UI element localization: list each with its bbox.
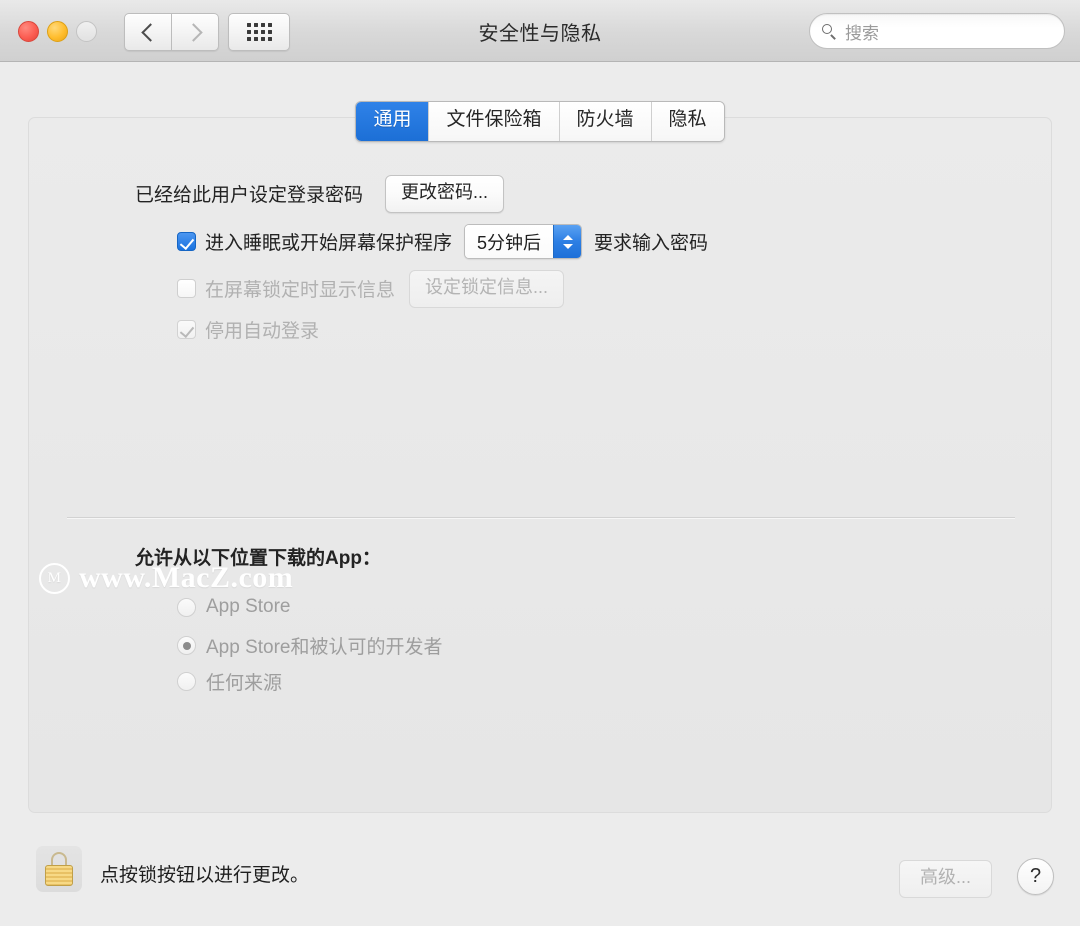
disable-auto-login-row: 停用自动登录 [177, 316, 319, 343]
checkmark-icon [179, 322, 195, 338]
stepper-up-icon [562, 234, 573, 240]
tab-filevault[interactable]: 文件保险箱 [428, 102, 559, 141]
require-password-prefix-label: 进入睡眠或开始屏幕保护程序 [205, 233, 453, 254]
radio-selected-dot-icon [182, 641, 191, 650]
show-lock-message-label: 在屏幕锁定时显示信息 [205, 280, 396, 302]
lock-button[interactable] [36, 846, 82, 892]
macz-logo-icon: M [39, 562, 70, 594]
show-lock-message-row: 在屏幕锁定时显示信息 设定锁定信息... [177, 270, 565, 308]
radio-app-store-identified[interactable] [177, 636, 196, 655]
lock-message: 点按锁按钮以进行更改。 [100, 865, 310, 886]
delay-stepper[interactable] [553, 225, 582, 258]
tab-privacy[interactable]: 隐私 [650, 102, 724, 141]
radio-anywhere-label: 任何来源 [206, 673, 283, 694]
disable-auto-login-checkbox [177, 320, 196, 339]
system-preferences-window: 安全性与隐私 搜索 通用 文件保险箱 防火墙 隐私 已经给此用户设定登录密码 更… [0, 0, 1080, 926]
tab-firewall[interactable]: 防火墙 [558, 102, 651, 141]
search-input[interactable]: 搜索 [809, 13, 1065, 49]
stepper-down-icon [562, 243, 573, 249]
login-password-status: 已经给此用户设定登录密码 [135, 185, 364, 207]
radio-anywhere[interactable] [177, 672, 196, 691]
tab-general[interactable]: 通用 [356, 102, 429, 141]
require-password-delay-value: 5分钟后 [465, 225, 554, 258]
tab-bar: 通用 文件保险箱 防火墙 隐私 [0, 101, 1080, 142]
radio-app-store-label: App Store [206, 596, 291, 617]
radio-app-store[interactable] [177, 597, 196, 617]
radio-row-app-store[interactable]: App Store [177, 596, 291, 618]
require-password-row: 进入睡眠或开始屏幕保护程序 5分钟后 要求输入密码 [177, 224, 708, 259]
search-icon [822, 23, 837, 39]
login-password-row: 已经给此用户设定登录密码 更改密码... [135, 175, 505, 213]
window-titlebar: 安全性与隐私 搜索 [0, 0, 1080, 62]
checkmark-icon [179, 234, 195, 250]
set-lock-message-button: 设定锁定信息... [409, 270, 565, 308]
padlock-closed-icon [44, 852, 74, 886]
disable-auto-login-label: 停用自动登录 [205, 321, 320, 342]
preferences-panel: 已经给此用户设定登录密码 更改密码... 进入睡眠或开始屏幕保护程序 5分钟后 … [28, 117, 1052, 813]
radio-row-anywhere[interactable]: 任何来源 [177, 668, 282, 695]
require-password-delay-combobox[interactable]: 5分钟后 [464, 224, 583, 259]
search-placeholder: 搜索 [845, 23, 879, 43]
allow-downloads-heading-row: 允许从以下位置下载的App： [135, 543, 381, 570]
radio-row-app-store-identified[interactable]: App Store和被认可的开发者 [177, 632, 443, 659]
help-button[interactable]: ? [1017, 858, 1054, 895]
require-password-checkbox[interactable] [177, 232, 196, 251]
require-password-suffix-label: 要求输入密码 [594, 233, 709, 254]
show-lock-message-checkbox [177, 279, 196, 299]
radio-app-store-identified-label: App Store和被认可的开发者 [206, 637, 443, 658]
change-password-button[interactable]: 更改密码... [385, 175, 505, 213]
advanced-button: 高级... [898, 860, 992, 898]
section-divider [67, 517, 1015, 518]
allow-downloads-heading: 允许从以下位置下载的App： [135, 548, 381, 569]
